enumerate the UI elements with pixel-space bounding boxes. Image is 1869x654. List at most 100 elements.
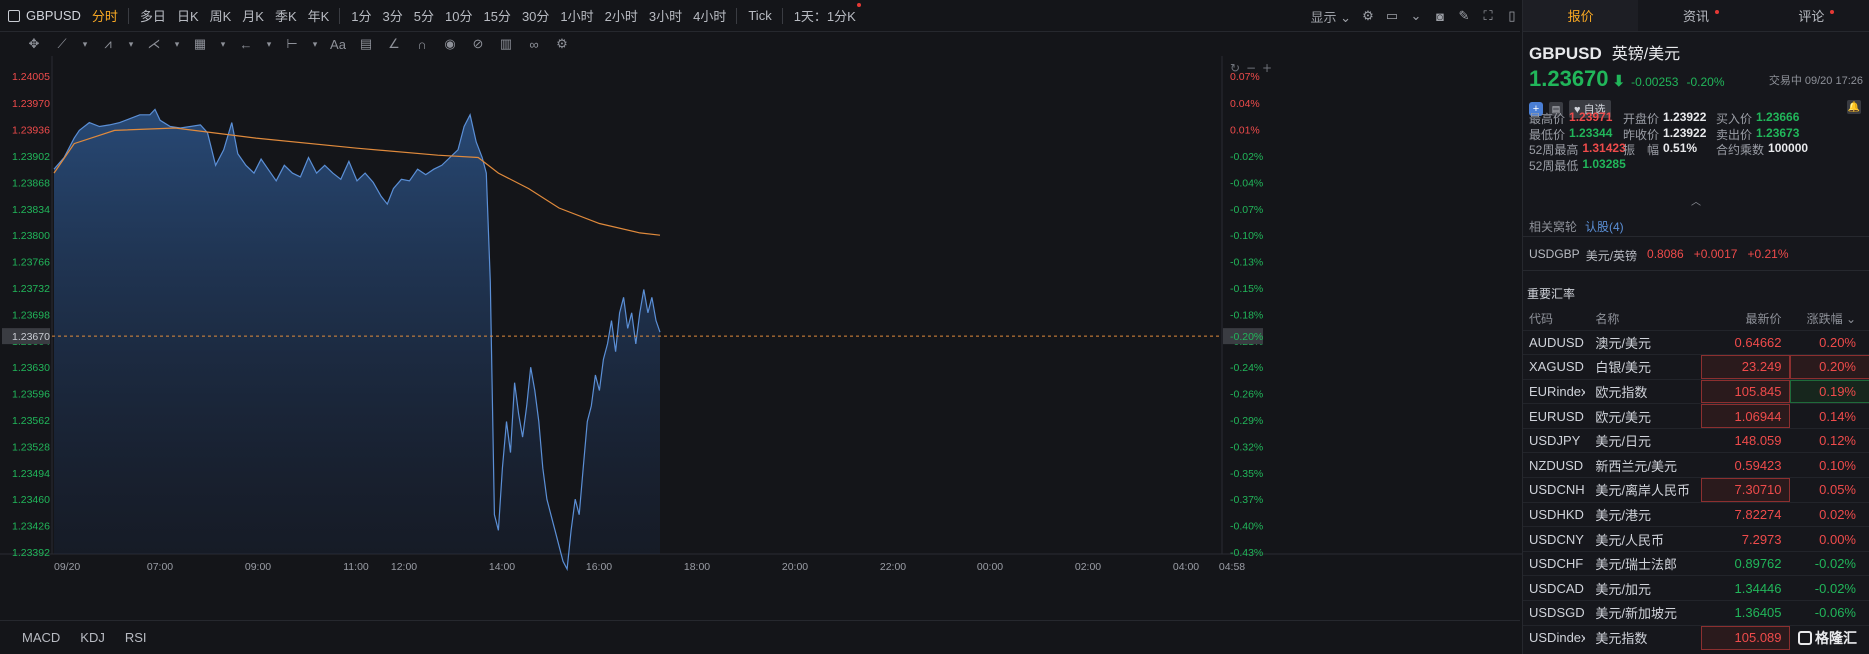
pair-name: 美元/英镑 <box>1585 249 1638 263</box>
period-3[interactable]: 周K <box>210 6 232 25</box>
gear-icon[interactable]: ⚙ <box>550 33 574 55</box>
wave-tool-icon[interactable]: ⋌ <box>142 33 166 55</box>
y-tick-label: 1.23868 <box>12 177 50 189</box>
chevron-down-icon[interactable]: ▾ <box>216 33 230 55</box>
fib-tool-icon[interactable]: ▦ <box>188 33 212 55</box>
fx-row[interactable]: XAGUSD 白银/美元 23.249 0.20% <box>1523 354 1869 380</box>
arrow-tool-icon[interactable]: ← <box>234 33 258 55</box>
fx-row[interactable]: NZDUSD 新西兰元/美元 0.59423 0.10% <box>1523 452 1869 478</box>
period-2[interactable]: 日K <box>177 6 199 25</box>
pair-pct: +0.21% <box>1747 247 1789 261</box>
layout-icon[interactable]: ▭ <box>1385 8 1399 23</box>
pair-row[interactable]: USDGBP 美元/英镑 0.8086 +0.0017 +0.21% <box>1529 247 1789 264</box>
line-tool-icon[interactable]: ⟋ <box>50 33 74 55</box>
eye-icon[interactable]: ◉ <box>438 33 462 55</box>
x-tick-label: 09/20 <box>54 561 80 573</box>
fx-row[interactable]: USDCNH 美元/离岸人民币 7.30710 0.05% <box>1523 477 1869 503</box>
related-link[interactable]: 认股(4) <box>1585 218 1624 235</box>
y-tick-label: 1.23630 <box>12 362 50 374</box>
angle-tool-icon[interactable]: ∠ <box>382 33 406 55</box>
indicator-macd[interactable]: MACD <box>22 630 60 645</box>
fx-header-pct[interactable]: 涨跌幅 ⌄ <box>1790 308 1869 330</box>
x-tick-label: 04:58 <box>1219 561 1245 573</box>
period-9[interactable]: 5分 <box>414 6 434 25</box>
pen-icon[interactable]: ✎ <box>1457 8 1471 23</box>
fx-row[interactable]: USDSGD 美元/新加坡元 1.36405 -0.06% <box>1523 600 1869 626</box>
fx-row[interactable]: EURindex 欧元指数 105.845 0.19% <box>1523 378 1869 404</box>
chevron-down-icon[interactable]: ▾ <box>78 33 92 55</box>
chevron-down-icon[interactable]: ▾ <box>124 33 138 55</box>
pct-tick-label: -0.43% <box>1230 547 1263 559</box>
period-1[interactable]: 多日 <box>140 6 166 25</box>
period-6[interactable]: 年K <box>308 6 330 25</box>
y-tick-label: 1.24005 <box>12 71 50 83</box>
indicator-kdj[interactable]: KDJ <box>80 630 105 645</box>
fx-pct: 0.19% <box>1789 378 1869 404</box>
fx-price: 148.059 <box>1701 427 1790 453</box>
fx-pct: 0.14% <box>1789 403 1869 429</box>
chevron-down-icon[interactable]: ⌄ <box>1409 8 1423 23</box>
y-tick-label: 1.23562 <box>12 415 50 427</box>
hide-icon[interactable]: ⊘ <box>466 33 490 55</box>
fx-row[interactable]: USDCNY 美元/人民币 7.2973 0.00% <box>1523 526 1869 552</box>
fx-name: 美元/新加坡元 <box>1585 600 1702 626</box>
zoom-in-icon: + <box>1262 61 1272 75</box>
fx-pct: 0.20% <box>1789 329 1869 355</box>
indicator-rsi[interactable]: RSI <box>125 630 147 645</box>
move-icon[interactable]: ✥ <box>22 33 46 55</box>
current-pct-label: -0.20% <box>1230 331 1263 343</box>
fx-row[interactable]: EURUSD 欧元/美元 1.06944 0.14% <box>1523 403 1869 429</box>
fullscreen-icon[interactable]: ⛶ <box>1481 8 1495 23</box>
fx-header-price[interactable]: 最新价 <box>1701 308 1790 330</box>
symbol-selector[interactable]: GBPUSD <box>8 8 81 23</box>
panel-tabs: 报价 资讯 评论 <box>1523 0 1869 32</box>
chevron-down-icon[interactable]: ▾ <box>308 33 322 55</box>
text-tool-icon[interactable]: Aa <box>326 33 350 55</box>
tab-1[interactable]: 资讯 <box>1638 0 1753 31</box>
period-12[interactable]: 30分 <box>522 6 549 25</box>
period-8[interactable]: 3分 <box>383 6 403 25</box>
note-tool-icon[interactable]: ▤ <box>354 33 378 55</box>
chevron-down-icon[interactable]: ▾ <box>170 33 184 55</box>
camera-icon[interactable]: ◙ <box>1433 9 1447 24</box>
indicator-bar: MACD KDJ RSI <box>0 620 1520 654</box>
fx-row[interactable]: USDCHF 美元/瑞士法郎 0.89762 -0.02% <box>1523 550 1869 576</box>
period-16[interactable]: 4小时 <box>693 6 726 25</box>
pct-tick-label: -0.40% <box>1230 521 1263 533</box>
period-0[interactable]: 分时 <box>92 6 118 25</box>
display-menu[interactable]: 显示 ⌄ <box>1310 7 1351 26</box>
expand-icon[interactable]: ︿ <box>1691 193 1701 208</box>
tab-0[interactable]: 报价 <box>1523 0 1639 31</box>
period-18[interactable]: 1天：1分K <box>794 3 861 25</box>
measure-tool-icon[interactable]: ⊢ <box>280 33 304 55</box>
fx-row[interactable]: AUDUSD 澳元/美元 0.64662 0.20% <box>1523 329 1869 355</box>
period-5[interactable]: 季K <box>275 6 297 25</box>
bell-icon[interactable]: 🔔 <box>1847 100 1861 114</box>
fx-row[interactable]: USDJPY 美元/日元 148.059 0.12% <box>1523 427 1869 453</box>
link-icon[interactable]: ∞ <box>522 33 546 55</box>
period-15[interactable]: 3小时 <box>649 6 682 25</box>
settings-icon[interactable]: ⚙ <box>1361 8 1375 23</box>
period-7[interactable]: 1分 <box>351 6 371 25</box>
magnet-icon[interactable]: ∩ <box>410 33 434 55</box>
trash-icon[interactable]: ▥ <box>494 33 518 55</box>
fx-code: USDCHF <box>1523 550 1586 576</box>
field-label: 买入价 <box>1716 112 1753 126</box>
chevron-down-icon[interactable]: ▾ <box>262 33 276 55</box>
tab-2[interactable]: 评论 <box>1754 0 1869 31</box>
fx-row[interactable]: USDHKD 美元/港元 7.82274 0.02% <box>1523 501 1869 527</box>
period-13[interactable]: 1小时 <box>560 6 593 25</box>
fx-name: 美元指数 <box>1585 624 1702 650</box>
pattern-tool-icon[interactable]: ⩘ <box>96 33 120 55</box>
period-17[interactable]: Tick <box>748 8 771 23</box>
fx-pct: 0.10% <box>1789 452 1869 478</box>
period-11[interactable]: 15分 <box>483 6 510 25</box>
period-14[interactable]: 2小时 <box>605 6 638 25</box>
fx-row[interactable]: USDCAD 美元/加元 1.34446 -0.02% <box>1523 575 1869 601</box>
period-4[interactable]: 月K <box>242 6 264 25</box>
fx-table: 代码 名称 最新价 涨跌幅 ⌄ AUDUSD 澳元/美元 0.64662 0.20% X… <box>1523 308 1869 650</box>
price-chart[interactable]: 1.24005 0.07% 1.23970 0.04% 1.23936 0.01% 1.23… <box>0 47 1524 616</box>
sidebar-toggle-icon[interactable]: ▯ <box>1505 8 1519 23</box>
period-10[interactable]: 10分 <box>445 6 472 25</box>
fx-code: USDindex <box>1523 624 1586 650</box>
